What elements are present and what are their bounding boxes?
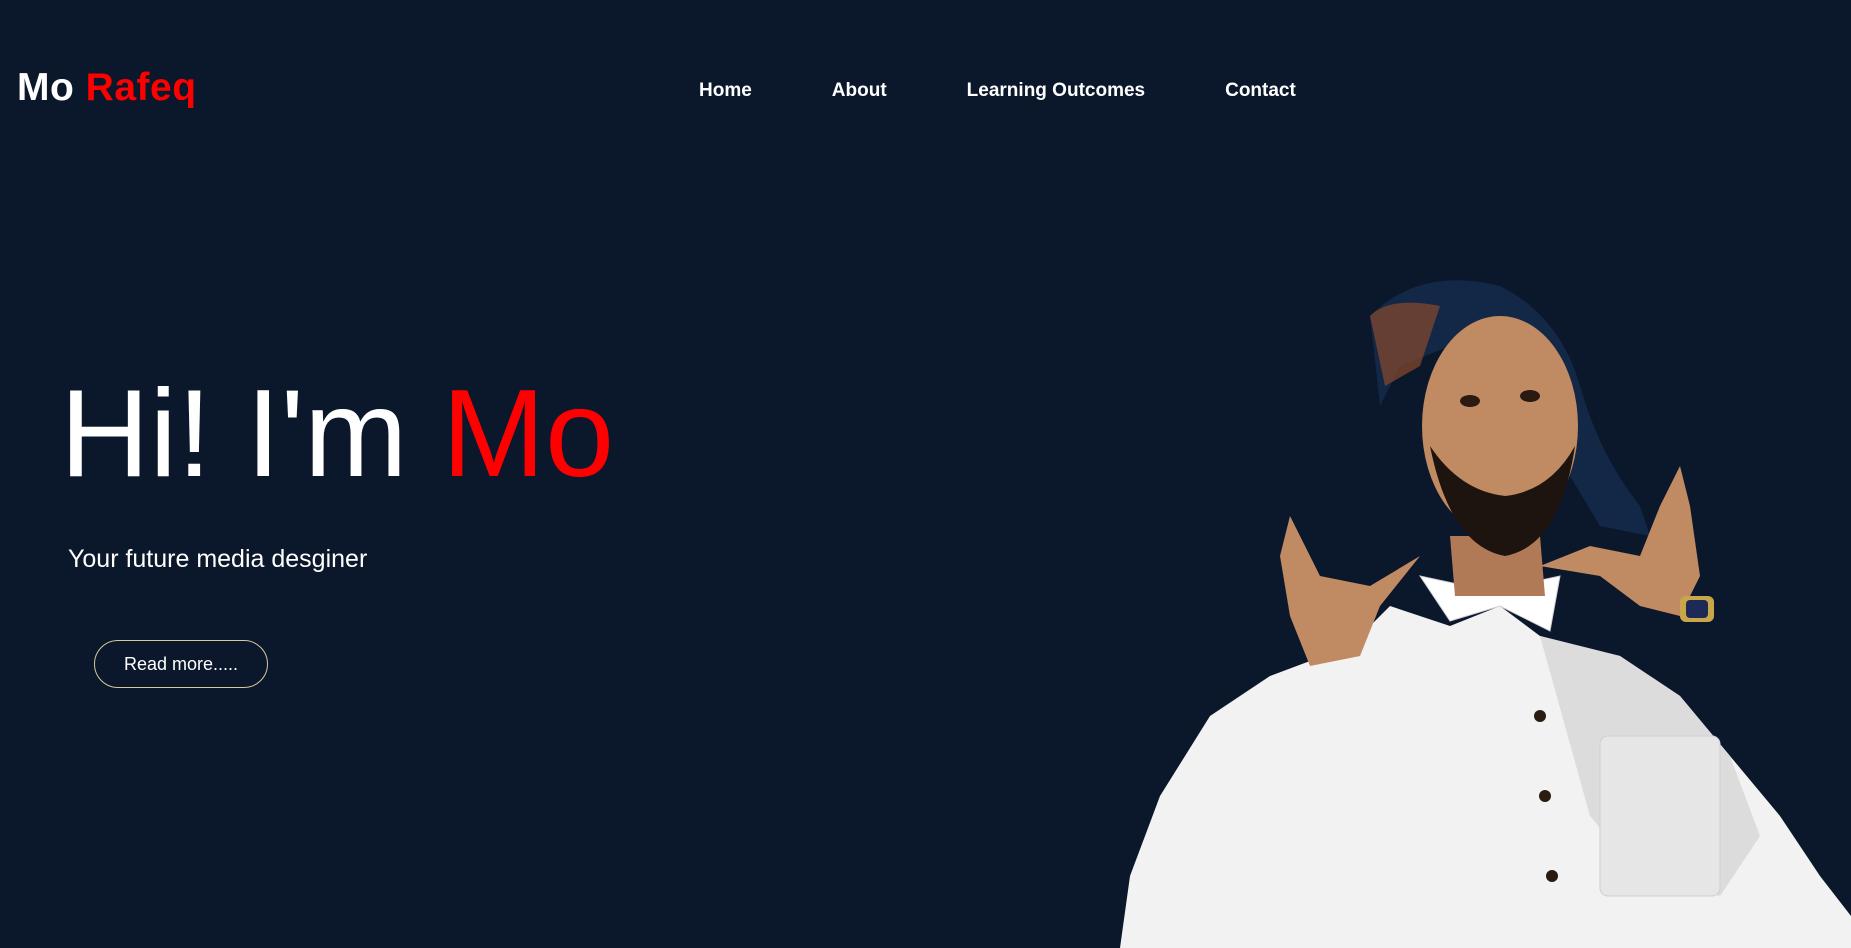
nav-learning-outcomes-link[interactable]: Learning Outcomes — [967, 80, 1145, 102]
hero-greeting: Hi! I'm — [60, 365, 408, 503]
site-logo[interactable]: Mo Rafeq — [17, 66, 197, 110]
portrait-pocket — [1599, 735, 1721, 897]
portrait-shirt — [1120, 606, 1851, 948]
main-nav: Home About Learning Outcomes Contact — [699, 80, 1296, 102]
nav-contact-link[interactable]: Contact — [1225, 80, 1296, 102]
hero-title: Hi! I'm Mo — [60, 372, 614, 496]
nav-about-link[interactable]: About — [832, 80, 887, 102]
read-more-button[interactable]: Read more..... — [94, 640, 268, 688]
nav-home-link[interactable]: Home — [699, 80, 752, 102]
logo-last-name: Rafeq — [85, 66, 197, 109]
hero-subtitle: Your future media desginer — [68, 545, 368, 573]
logo-first-name: Mo — [17, 66, 75, 109]
hero-name: Mo — [441, 365, 615, 503]
hero-portrait — [1120, 280, 1851, 948]
